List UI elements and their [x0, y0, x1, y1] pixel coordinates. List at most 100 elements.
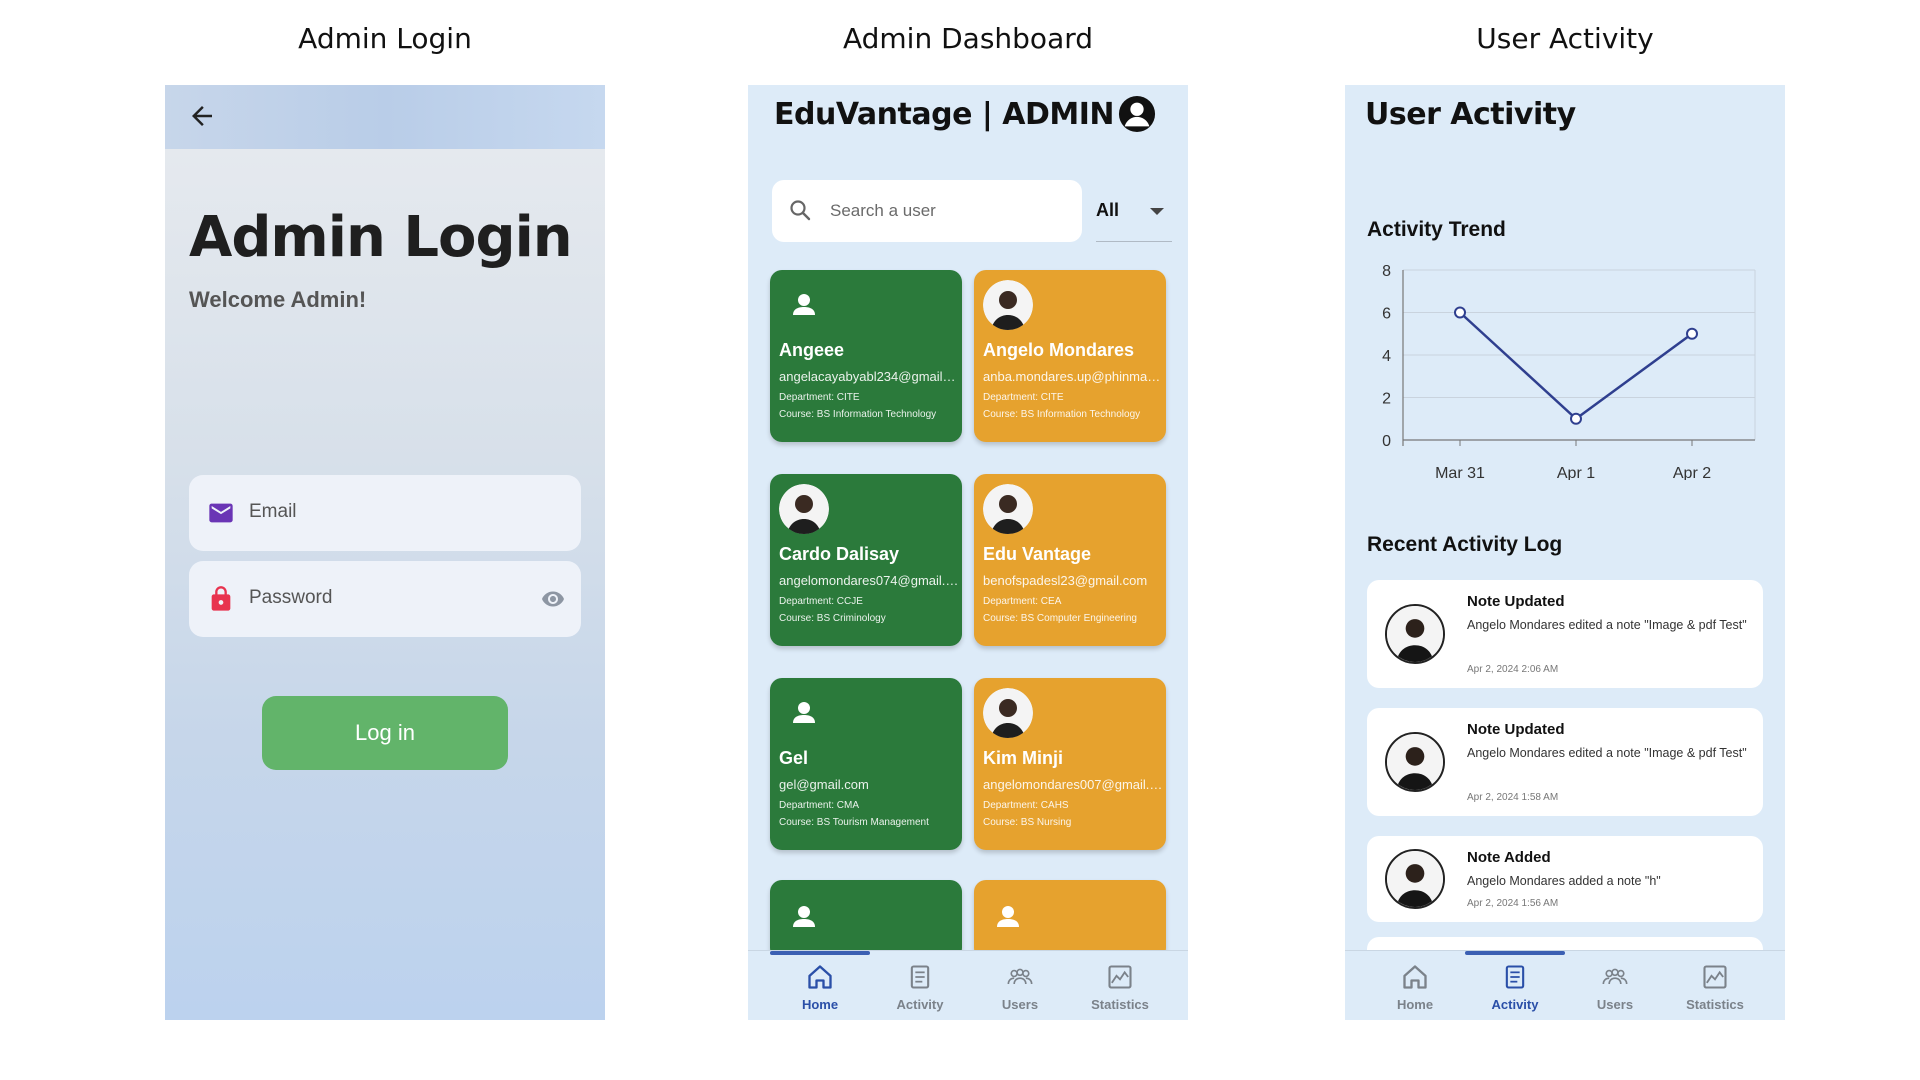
user-activity-screen: User Activity Activity Trend 0 2 4 6 8 Mar 31…	[1345, 85, 1785, 1020]
nav-label: Users	[1001, 997, 1039, 1012]
statistics-icon	[1703, 965, 1727, 989]
log-description: Angelo Mondares edited a note "Image & p…	[1467, 618, 1747, 632]
statistics-icon	[1108, 965, 1132, 989]
x-tick-label: Mar 31	[1435, 465, 1485, 480]
user-name: Angelo Mondares	[983, 340, 1135, 360]
nav-item-statistics[interactable]: Statistics	[1665, 951, 1765, 1020]
search-icon	[790, 200, 811, 221]
user-avatar	[983, 688, 1033, 738]
user-email: anba.mondares.up@phinmaed.com	[983, 369, 1163, 384]
series-line	[1459, 311, 1693, 421]
user-course: Course: BS Nursing	[983, 817, 1072, 828]
caption-admin-login: Admin Login	[298, 22, 472, 55]
user-card[interactable]: Kim Minji angelomondares007@gmail.com Depa…	[974, 678, 1166, 850]
y-tick-label: 6	[1382, 306, 1391, 323]
nav-item-users[interactable]: Users	[1565, 951, 1665, 1020]
y-tick-label: 0	[1382, 433, 1391, 450]
user-email: angelacayabyabl234@gmail.com	[779, 369, 959, 384]
user-course: Course: BS Information Technology	[779, 409, 937, 420]
user-card[interactable]: Cardo Dalisay angelomondares074@gmail.com…	[770, 474, 962, 646]
user-department: Department: CAHS	[983, 800, 1069, 811]
users-icon	[1007, 968, 1033, 985]
x-tick-label: Apr 2	[1673, 465, 1711, 480]
nav-label: Statistics	[1686, 997, 1744, 1012]
y-tick-label: 2	[1382, 391, 1391, 408]
back-arrow-icon[interactable]	[187, 101, 217, 131]
email-placeholder: Email	[249, 501, 297, 522]
log-timestamp: Apr 2, 2024 2:06 AM	[1467, 664, 1559, 675]
user-course: Course: BS Criminology	[779, 613, 886, 624]
log-card[interactable]: Note Added Angelo Mondares added a note "…	[1367, 836, 1763, 922]
nav-item-statistics[interactable]: Statistics	[1070, 951, 1170, 1020]
recent-log-heading: Recent Activity Log	[1367, 533, 1563, 556]
login-title: Admin Login	[189, 205, 573, 270]
user-card-partial[interactable]	[770, 880, 962, 960]
admin-login-screen: Admin Login Welcome Admin! Email Passwor…	[165, 85, 605, 1020]
nav-label: Statistics	[1091, 997, 1149, 1012]
nav-label: Activity	[1491, 997, 1539, 1012]
log-card[interactable]: Note Updated Angelo Mondares edited a not…	[1367, 580, 1763, 688]
log-description: Angelo Mondares added a note "h"	[1467, 874, 1661, 888]
activity-trend-heading: Activity Trend	[1367, 218, 1506, 241]
user-department: Department: CMA	[779, 800, 860, 811]
user-avatar	[1385, 849, 1445, 909]
person-icon	[793, 702, 815, 723]
data-point	[1570, 412, 1582, 425]
user-card[interactable]: Angeee angelacayabyabl234@gmail.com Depart…	[770, 270, 962, 442]
user-email: benofspadesl23@gmail.com	[983, 573, 1148, 588]
log-description: Angelo Mondares edited a note "Image & p…	[1467, 746, 1747, 760]
y-tick-label: 8	[1382, 263, 1391, 280]
log-title: Note Added	[1467, 849, 1551, 866]
nav-item-activity[interactable]: Activity	[870, 951, 970, 1020]
nav-item-activity[interactable]: Activity	[1465, 951, 1565, 1020]
user-avatar	[779, 484, 829, 534]
mail-icon	[209, 503, 233, 523]
user-email: angelomondares007@gmail.com	[983, 777, 1163, 792]
login-app-bar	[165, 85, 605, 149]
filter-value: All	[1096, 200, 1120, 220]
log-card[interactable]: Note Updated Angelo Mondares edited a not…	[1367, 708, 1763, 816]
user-avatar	[1385, 732, 1445, 792]
user-card[interactable]: Edu Vantage benofspadesl23@gmail.com Depar…	[974, 474, 1166, 646]
activity-title: User Activity	[1365, 97, 1576, 132]
user-avatar	[983, 484, 1033, 534]
nav-item-home[interactable]: Home	[770, 951, 870, 1020]
user-department: Department: CITE	[983, 392, 1064, 403]
user-course: Course: BS Computer Engineering	[983, 613, 1137, 624]
filter-dropdown[interactable]: All	[1096, 180, 1172, 242]
user-name: Kim Minji	[983, 748, 1063, 768]
eye-icon[interactable]	[539, 587, 567, 611]
caption-admin-dashboard: Admin Dashboard	[842, 22, 1094, 55]
activity-trend-chart: 0 2 4 6 8 Mar 31 Apr 1 Apr 2	[1382, 263, 1756, 480]
user-card[interactable]: Gel gel@gmail.com Department: CMA Course: B…	[770, 678, 962, 850]
user-card[interactable]: Angelo Mondares anba.mondares.up@phinmaed…	[974, 270, 1166, 442]
search-input[interactable]: Search a user	[772, 180, 1082, 242]
admin-dashboard-screen: EduVantage | ADMIN Search a user All Ang…	[748, 85, 1188, 1020]
nav-item-home[interactable]: Home	[1365, 951, 1465, 1020]
x-tick-label: Apr 1	[1557, 465, 1595, 480]
dashboard-title: EduVantage | ADMIN	[774, 97, 1115, 132]
caption-user-activity: User Activity	[1476, 22, 1654, 55]
user-avatar	[1385, 604, 1445, 664]
activity-icon	[910, 965, 930, 989]
user-course: Course: BS Tourism Management	[779, 817, 929, 828]
login-subtitle: Welcome Admin!	[189, 287, 367, 312]
home-icon	[808, 965, 832, 989]
activity-icon	[1505, 965, 1525, 989]
user-card-partial[interactable]	[974, 880, 1166, 960]
user-email: gel@gmail.com	[779, 777, 869, 792]
user-department: Department: CEA	[983, 596, 1062, 607]
password-field[interactable]: Password	[189, 561, 581, 637]
login-button[interactable]: Log in	[262, 696, 508, 770]
profile-avatar-icon[interactable]	[1118, 95, 1156, 133]
user-name: Gel	[779, 748, 809, 768]
nav-item-users[interactable]: Users	[970, 951, 1070, 1020]
user-course: Course: BS Information Technology	[983, 409, 1141, 420]
user-avatar	[983, 280, 1033, 330]
password-placeholder: Password	[249, 587, 333, 608]
search-placeholder: Search a user	[830, 201, 936, 220]
person-icon	[793, 294, 815, 315]
person-icon	[997, 906, 1019, 927]
email-field[interactable]: Email	[189, 475, 581, 551]
person-icon	[793, 906, 815, 927]
